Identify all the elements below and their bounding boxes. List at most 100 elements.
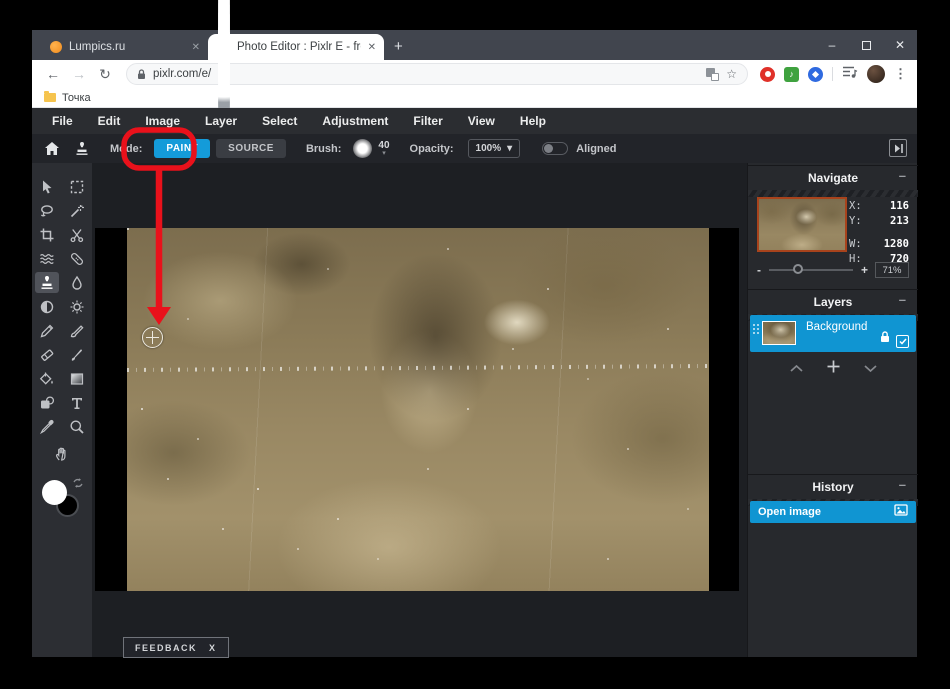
tab-title: Lumpics.ru bbox=[69, 41, 185, 53]
arrange-tool-icon[interactable] bbox=[35, 176, 59, 197]
toning-tool-icon[interactable] bbox=[35, 296, 59, 317]
pencil-tool-icon[interactable] bbox=[35, 320, 59, 341]
aligned-toggle[interactable] bbox=[542, 142, 568, 155]
minimize-button[interactable]: – bbox=[815, 30, 849, 60]
collapse-layers-button[interactable]: – bbox=[899, 292, 906, 307]
swap-colors-icon[interactable] bbox=[72, 476, 84, 494]
menu-help[interactable]: Help bbox=[520, 114, 546, 128]
draw-tool-icon[interactable] bbox=[65, 320, 89, 341]
menu-edit[interactable]: Edit bbox=[98, 114, 121, 128]
lock-icon[interactable] bbox=[880, 330, 890, 348]
menu-adjustment[interactable]: Adjustment bbox=[322, 114, 388, 128]
layer-buttons bbox=[748, 359, 918, 379]
x-value: 116 bbox=[890, 199, 909, 214]
layers-title: Layers bbox=[814, 295, 853, 309]
lock-icon bbox=[137, 69, 146, 80]
menu-select[interactable]: Select bbox=[262, 114, 297, 128]
zoom-tool-icon[interactable] bbox=[65, 416, 89, 437]
text-tool-icon[interactable] bbox=[65, 392, 89, 413]
image-icon bbox=[894, 503, 908, 521]
media-controls-icon[interactable] bbox=[842, 65, 858, 84]
navigate-thumbnail[interactable] bbox=[757, 197, 847, 252]
x-label: X: bbox=[849, 199, 862, 214]
zoom-slider[interactable] bbox=[769, 269, 853, 271]
blur-tool-icon[interactable] bbox=[65, 272, 89, 293]
back-icon[interactable]: ← bbox=[42, 66, 64, 82]
marquee-tool-icon[interactable] bbox=[65, 176, 89, 197]
home-icon[interactable] bbox=[44, 141, 60, 156]
heal-tool-icon[interactable] bbox=[65, 248, 89, 269]
menu-layer[interactable]: Layer bbox=[205, 114, 237, 128]
brush-preview[interactable] bbox=[353, 139, 372, 158]
feedback-close[interactable]: X bbox=[209, 643, 217, 653]
source-mode-button[interactable]: SOURCE bbox=[216, 139, 286, 158]
drag-handle-icon[interactable] bbox=[753, 324, 759, 334]
aligned-label: Aligned bbox=[576, 143, 616, 155]
brush-size-stepper[interactable]: 40 ▾ bbox=[378, 141, 389, 157]
opacity-dropdown[interactable]: 100% ▾ bbox=[468, 139, 521, 158]
layer-row-background[interactable]: Background bbox=[750, 315, 916, 352]
menu-view[interactable]: View bbox=[468, 114, 495, 128]
zoom-percent[interactable]: 71% bbox=[875, 262, 909, 278]
foreground-color-swatch[interactable] bbox=[42, 480, 67, 505]
bookmark-item[interactable]: Точка bbox=[62, 92, 91, 104]
bookmark-star-icon[interactable]: ☆ bbox=[726, 67, 737, 81]
detail-tool-icon[interactable] bbox=[65, 296, 89, 317]
proxy-extension-icon[interactable] bbox=[808, 67, 823, 82]
liquify-tool-icon[interactable] bbox=[35, 248, 59, 269]
move-layer-up-icon[interactable] bbox=[789, 360, 804, 378]
window-controls: – ✕ bbox=[815, 30, 917, 60]
new-tab-button[interactable]: + bbox=[394, 38, 403, 55]
reload-icon[interactable]: ↻ bbox=[94, 66, 116, 83]
zoom-out-button[interactable]: - bbox=[757, 263, 761, 277]
zoom-in-button[interactable]: + bbox=[861, 263, 868, 277]
cutout-tool-icon[interactable] bbox=[65, 224, 89, 245]
history-item-open-image[interactable]: Open image bbox=[750, 501, 916, 523]
navigate-header: Navigate – bbox=[748, 165, 918, 190]
close-icon[interactable]: ✕ bbox=[192, 42, 200, 53]
y-value: 213 bbox=[890, 214, 909, 229]
picker-tool-icon[interactable] bbox=[35, 416, 59, 437]
fill-tool-icon[interactable] bbox=[35, 368, 59, 389]
clone-stamp-tool-icon[interactable] bbox=[35, 272, 59, 293]
close-icon[interactable]: ✕ bbox=[368, 42, 376, 53]
menu-filter[interactable]: Filter bbox=[413, 114, 442, 128]
layers-header: Layers – bbox=[748, 289, 918, 314]
photo-scratches bbox=[127, 364, 709, 372]
navigate-title: Navigate bbox=[808, 171, 858, 185]
paint-mode-button[interactable]: PAINT bbox=[154, 139, 210, 158]
add-layer-icon[interactable] bbox=[826, 359, 841, 379]
wand-tool-icon[interactable] bbox=[65, 200, 89, 221]
lumpics-favicon bbox=[50, 41, 62, 53]
profile-avatar[interactable] bbox=[867, 65, 885, 83]
adblock-extension-icon[interactable] bbox=[760, 67, 775, 82]
crop-tool-icon[interactable] bbox=[35, 224, 59, 245]
music-extension-icon[interactable]: ♪ bbox=[784, 67, 799, 82]
close-window-button[interactable]: ✕ bbox=[883, 30, 917, 60]
zoom-slider-knob[interactable] bbox=[793, 264, 803, 274]
shape-tool-icon[interactable] bbox=[35, 392, 59, 413]
maximize-button[interactable] bbox=[849, 30, 883, 60]
paint-tool-icon[interactable] bbox=[65, 344, 89, 365]
menu-file[interactable]: File bbox=[52, 114, 73, 128]
feedback-label: FEEDBACK bbox=[135, 643, 197, 653]
eraser-tool-icon[interactable] bbox=[35, 344, 59, 365]
move-layer-down-icon[interactable] bbox=[863, 360, 878, 378]
gradient-tool-icon[interactable] bbox=[65, 368, 89, 389]
menu-image[interactable]: Image bbox=[145, 114, 180, 128]
translate-icon[interactable] bbox=[706, 68, 719, 81]
collapse-history-button[interactable]: – bbox=[899, 477, 906, 492]
feedback-button[interactable]: FEEDBACK X bbox=[123, 637, 229, 658]
collapse-navigate-button[interactable]: – bbox=[899, 168, 906, 183]
tab-pixlr[interactable]: Photo Editor : Pixlr E - free image ✕ bbox=[208, 34, 384, 60]
extensions-row: ♪ ⋮ bbox=[760, 65, 907, 84]
chrome-menu-icon[interactable]: ⋮ bbox=[894, 66, 907, 82]
photo-layer[interactable] bbox=[127, 228, 709, 591]
y-label: Y: bbox=[849, 214, 862, 229]
lasso-tool-icon[interactable] bbox=[35, 200, 59, 221]
hand-tool-icon[interactable] bbox=[50, 443, 74, 464]
tab-lumpics[interactable]: Lumpics.ru ✕ bbox=[40, 34, 208, 60]
collapse-panel-icon[interactable] bbox=[889, 139, 907, 157]
forward-icon[interactable]: → bbox=[68, 66, 90, 82]
layer-visibility-checkbox[interactable] bbox=[896, 335, 909, 348]
